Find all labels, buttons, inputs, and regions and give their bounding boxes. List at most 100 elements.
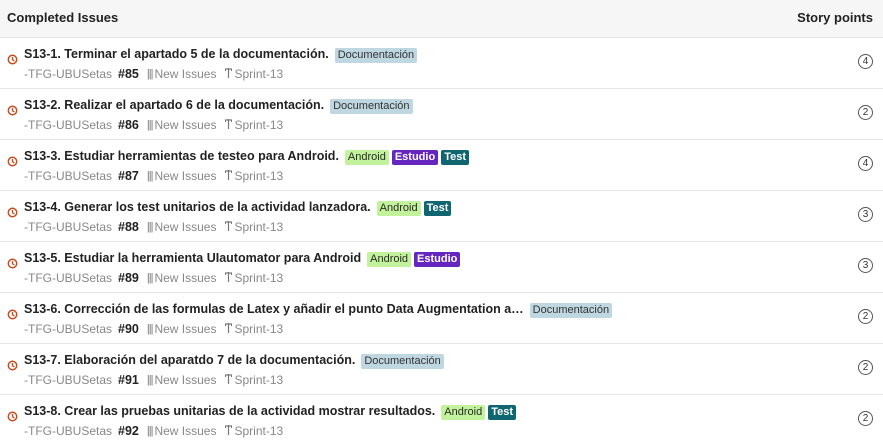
sprint-icon	[224, 118, 233, 132]
header-title: Completed Issues	[7, 10, 119, 25]
sprint-name: Sprint-13	[234, 67, 284, 81]
issue-labels: Documentación	[330, 96, 415, 114]
issue-title[interactable]: S13-8. Crear las pruebas unitarias de la…	[24, 404, 435, 418]
repo-name[interactable]: -TFG-UBUSetas	[24, 118, 112, 132]
issue-row[interactable]: S13-3. Estudiar herramientas de testeo p…	[0, 140, 883, 191]
closed-issue-icon	[7, 309, 18, 320]
pipeline-icon: |||	[146, 425, 154, 437]
completed-issues-header: Completed Issues Story points	[0, 0, 883, 38]
issue-meta: -TFG-UBUSetas #90 ||| New Issues Sprint-…	[24, 321, 283, 337]
issue-meta: -TFG-UBUSetas #89 ||| New Issues Sprint-…	[24, 270, 283, 286]
pipeline-icon: |||	[146, 374, 154, 386]
issue-title-line: S13-2. Realizar el apartado 6 de la docu…	[24, 96, 416, 114]
label-estudio[interactable]: Estudio	[391, 150, 439, 165]
issue-row[interactable]: S13-6. Corrección de las formulas de Lat…	[0, 293, 883, 344]
issue-meta: -TFG-UBUSetas #92 ||| New Issues Sprint-…	[24, 423, 283, 439]
story-points-header[interactable]: Story points	[797, 10, 873, 25]
repo-name[interactable]: -TFG-UBUSetas	[24, 169, 112, 183]
issue-number[interactable]: #86	[118, 118, 139, 132]
issue-labels: Android Estudio Test	[344, 147, 472, 165]
issue-row[interactable]: S13-7. Elaboración del aparatdo 7 de la …	[0, 344, 883, 395]
issue-number[interactable]: #92	[118, 424, 139, 438]
story-points-badge[interactable]: 2	[858, 309, 873, 324]
label-android[interactable]: Android	[344, 150, 389, 165]
sprint-icon	[224, 373, 233, 387]
story-points-badge[interactable]: 3	[858, 207, 873, 222]
repo-name[interactable]: -TFG-UBUSetas	[24, 271, 112, 285]
label-android[interactable]: Android	[367, 252, 412, 267]
pipeline-name: New Issues	[154, 169, 217, 183]
issue-meta: -TFG-UBUSetas #88 ||| New Issues Sprint-…	[24, 219, 283, 235]
issue-title[interactable]: S13-1. Terminar el apartado 5 de la docu…	[24, 47, 329, 61]
story-points-badge[interactable]: 4	[858, 54, 873, 69]
label-test[interactable]: Test	[423, 201, 452, 216]
closed-issue-icon	[7, 207, 18, 218]
issue-number[interactable]: #91	[118, 373, 139, 387]
closed-issue-icon	[7, 360, 18, 371]
issue-title-line: S13-3. Estudiar herramientas de testeo p…	[24, 147, 472, 165]
issue-title-line: S13-4. Generar los test unitarios de la …	[24, 198, 454, 216]
pipeline-name: New Issues	[154, 322, 217, 336]
repo-name[interactable]: -TFG-UBUSetas	[24, 322, 112, 336]
issue-title[interactable]: S13-2. Realizar el apartado 6 de la docu…	[24, 98, 324, 112]
pipeline-name: New Issues	[154, 220, 217, 234]
pipeline-name: New Issues	[154, 118, 217, 132]
issue-row[interactable]: S13-5. Estudiar la herramienta UIautomat…	[0, 242, 883, 293]
issue-title-line: S13-8. Crear las pruebas unitarias de la…	[24, 402, 519, 420]
issue-labels: Android Test	[376, 198, 455, 216]
sprint-name: Sprint-13	[234, 424, 284, 438]
issue-title[interactable]: S13-7. Elaboración del aparatdo 7 de la …	[24, 353, 355, 367]
sprint-name: Sprint-13	[234, 373, 284, 387]
sprint-name: Sprint-13	[234, 322, 284, 336]
label-doc[interactable]: Documentación	[361, 354, 444, 369]
issue-meta: -TFG-UBUSetas #85 ||| New Issues Sprint-…	[24, 66, 283, 82]
story-points-badge[interactable]: 3	[858, 258, 873, 273]
issue-labels: Documentación	[529, 300, 615, 318]
sprint-icon	[224, 322, 233, 336]
issue-number[interactable]: #90	[118, 322, 139, 336]
repo-name[interactable]: -TFG-UBUSetas	[24, 373, 112, 387]
story-points-badge[interactable]: 2	[858, 411, 873, 426]
pipeline-icon: |||	[146, 272, 154, 284]
label-test[interactable]: Test	[488, 405, 517, 420]
issue-meta: -TFG-UBUSetas #86 ||| New Issues Sprint-…	[24, 117, 283, 133]
issue-number[interactable]: #89	[118, 271, 139, 285]
issue-number[interactable]: #85	[118, 67, 139, 81]
issue-row[interactable]: S13-1. Terminar el apartado 5 de la docu…	[0, 38, 883, 89]
issue-labels: Documentación	[334, 45, 420, 63]
story-points-badge[interactable]: 2	[858, 360, 873, 375]
label-estudio[interactable]: Estudio	[414, 252, 461, 267]
issue-labels: Documentación	[361, 351, 446, 369]
closed-issue-icon	[7, 258, 18, 269]
label-android[interactable]: Android	[376, 201, 421, 216]
issue-row[interactable]: S13-2. Realizar el apartado 6 de la docu…	[0, 89, 883, 140]
issue-meta: -TFG-UBUSetas #87 ||| New Issues Sprint-…	[24, 168, 283, 184]
issue-row[interactable]: S13-4. Generar los test unitarios de la …	[0, 191, 883, 242]
label-doc[interactable]: Documentación	[529, 303, 613, 318]
repo-name[interactable]: -TFG-UBUSetas	[24, 220, 112, 234]
issue-row[interactable]: S13-8. Crear las pruebas unitarias de la…	[0, 395, 883, 440]
sprint-name: Sprint-13	[234, 220, 284, 234]
issue-title-line: S13-1. Terminar el apartado 5 de la docu…	[24, 45, 420, 63]
pipeline-icon: |||	[146, 323, 154, 335]
issue-title[interactable]: S13-4. Generar los test unitarios de la …	[24, 200, 371, 214]
story-points-badge[interactable]: 4	[858, 156, 873, 171]
issue-title[interactable]: S13-6. Corrección de las formulas de Lat…	[24, 302, 524, 316]
sprint-name: Sprint-13	[234, 169, 284, 183]
issue-number[interactable]: #87	[118, 169, 139, 183]
repo-name[interactable]: -TFG-UBUSetas	[24, 424, 112, 438]
issue-number[interactable]: #88	[118, 220, 139, 234]
label-android[interactable]: Android	[441, 405, 486, 420]
pipeline-icon: |||	[146, 221, 154, 233]
issue-title[interactable]: S13-3. Estudiar herramientas de testeo p…	[24, 149, 339, 163]
pipeline-name: New Issues	[154, 67, 217, 81]
label-test[interactable]: Test	[441, 150, 469, 165]
pipeline-icon: |||	[146, 68, 154, 80]
story-points-badge[interactable]: 2	[858, 105, 873, 120]
label-doc[interactable]: Documentación	[330, 99, 413, 114]
repo-name[interactable]: -TFG-UBUSetas	[24, 67, 112, 81]
label-doc[interactable]: Documentación	[334, 48, 418, 63]
issue-title[interactable]: S13-5. Estudiar la herramienta UIautomat…	[24, 251, 361, 265]
pipeline-name: New Issues	[154, 271, 217, 285]
issue-labels: Android Estudio	[367, 249, 463, 267]
